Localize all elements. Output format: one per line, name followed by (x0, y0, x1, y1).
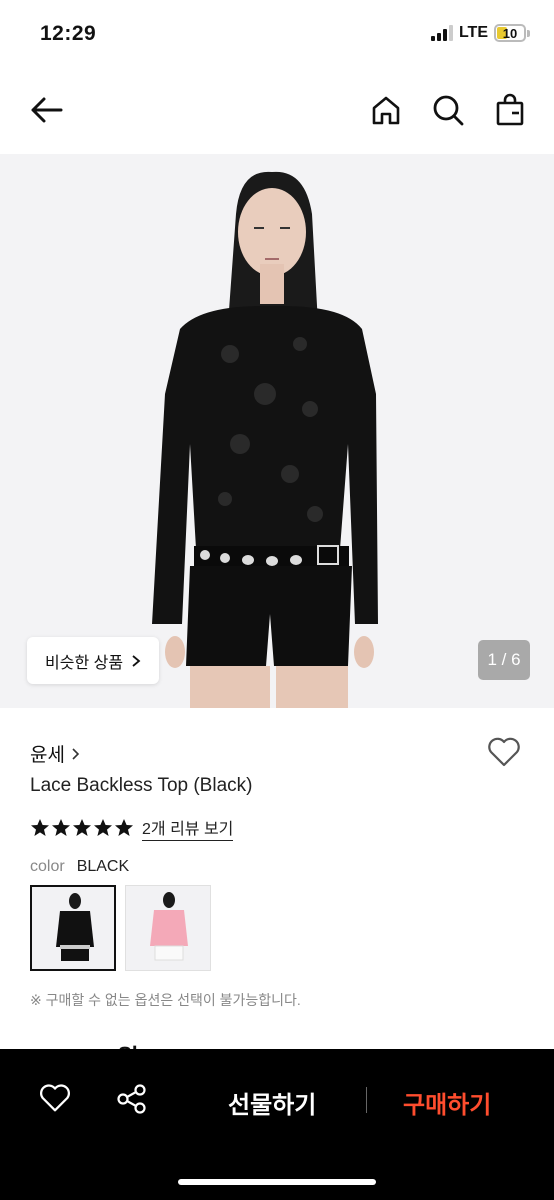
chevron-right-icon (132, 654, 141, 667)
status-time: 12:29 (40, 22, 97, 45)
option-notice: ※ 구매할 수 없는 옵션은 선택이 불가능합니다. (30, 992, 301, 1008)
image-page-indicator: 1 / 6 (478, 640, 530, 680)
divider (366, 1087, 367, 1113)
model-photo (152, 171, 378, 708)
brand-link[interactable]: 윤세 (30, 740, 80, 767)
signal-icon (430, 25, 453, 41)
status-indicators: LTE 10 (430, 24, 530, 42)
color-value: BLACK (76, 858, 130, 875)
review-link[interactable]: 2개 리뷰 보기 (142, 815, 234, 841)
wishlist-button[interactable] (486, 736, 522, 773)
network-label: LTE (458, 24, 488, 41)
black-swatch[interactable] (30, 885, 116, 971)
search-icon (433, 95, 464, 126)
similar-products-label: 비슷한 상품 (45, 654, 124, 672)
share-icon (117, 1084, 146, 1114)
bottom-wishlist-button[interactable] (38, 1082, 72, 1119)
cart-button[interactable] (490, 90, 530, 130)
arrow-left-icon (31, 97, 63, 123)
buy-button[interactable]: 구매하기 (403, 1085, 491, 1120)
top-nav (0, 80, 554, 140)
rating-stars (30, 818, 134, 838)
star-icon (115, 819, 133, 836)
color-swatches (30, 885, 211, 971)
home-indicator (178, 1179, 376, 1185)
black-swatch-image (56, 893, 94, 961)
color-row: color BLACK (30, 858, 129, 876)
home-button[interactable] (366, 90, 406, 130)
star-icon (94, 819, 112, 836)
heart-icon (488, 737, 520, 767)
product-name: Lace Backless Top (Black) (30, 775, 253, 796)
battery-icon: 10 (494, 24, 530, 42)
pink-swatch[interactable] (125, 885, 211, 971)
battery-level: 10 (502, 25, 518, 41)
rating-row: 2개 리뷰 보기 (30, 815, 234, 841)
bottom-action-bar: 선물하기 구매하기 (0, 1049, 554, 1200)
home-icon (372, 96, 400, 125)
star-icon (52, 819, 70, 836)
product-image[interactable]: 비슷한 상품 1 / 6 (0, 154, 554, 708)
gift-button[interactable]: 선물하기 (228, 1085, 316, 1120)
pink-swatch-image (150, 892, 188, 961)
brand-name: 윤세 (30, 745, 65, 766)
similar-products-button[interactable]: 비슷한 상품 (27, 637, 160, 684)
shopping-bag-icon (496, 93, 524, 126)
share-button[interactable] (115, 1082, 149, 1121)
status-bar: 12:29 LTE 10 (0, 0, 554, 70)
star-icon (31, 819, 49, 836)
back-button[interactable] (26, 90, 66, 130)
search-button[interactable] (428, 90, 468, 130)
heart-icon (40, 1084, 70, 1112)
star-icon (73, 819, 91, 836)
chevron-right-icon (72, 747, 80, 760)
color-label: color (30, 858, 65, 875)
